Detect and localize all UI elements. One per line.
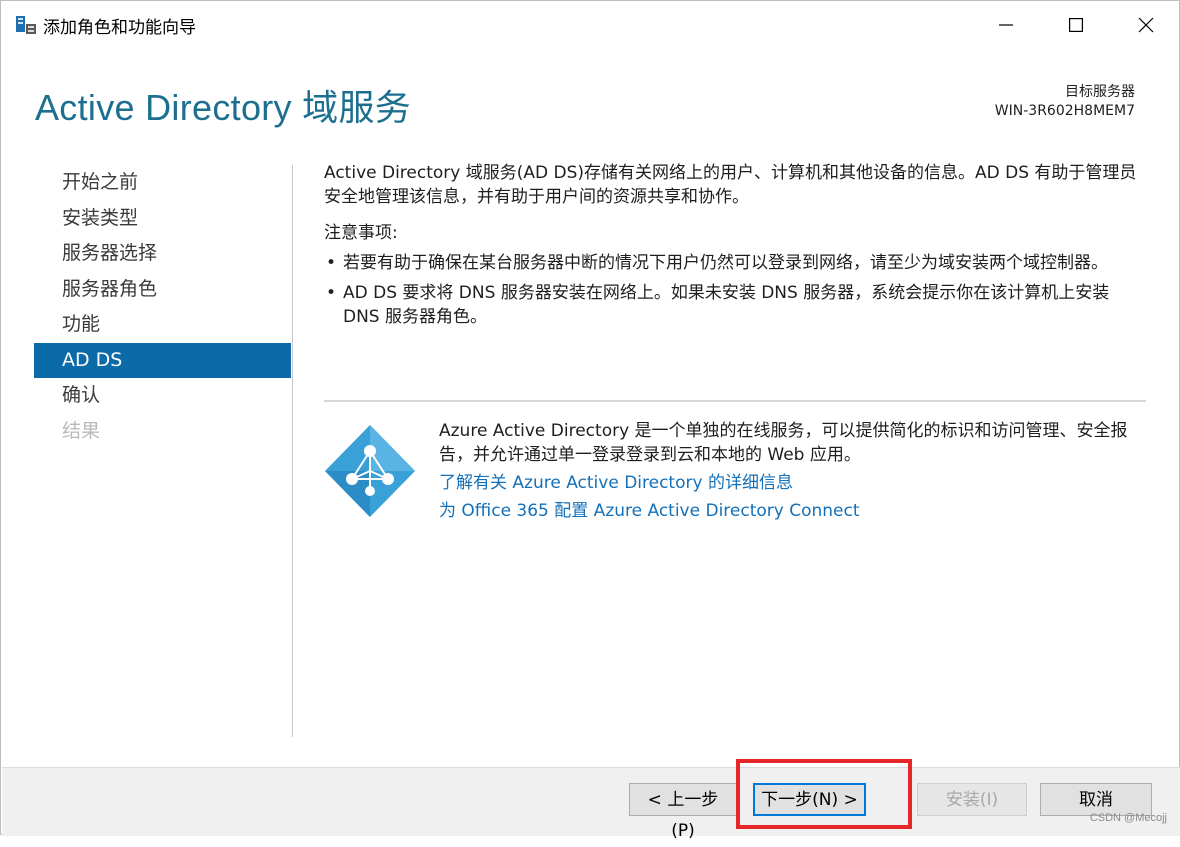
nav-item-server-roles[interactable]: 服务器角色 (34, 272, 291, 308)
nav-item-ad-ds[interactable]: AD DS (34, 342, 291, 378)
azure-info: Azure Active Directory 是一个单独的在线服务，可以提供简化… (439, 419, 1149, 523)
wizard-window: 添加角色和功能向导 Active Directory 域服务 目标服务器 WIN… (0, 0, 1180, 841)
page-title: Active Directory 域服务 (35, 87, 412, 128)
nav-item-features[interactable]: 功能 (34, 307, 291, 343)
azure-connect-link[interactable]: 为 Office 365 配置 Azure Active Directory C… (439, 499, 1149, 523)
nav-divider (292, 165, 293, 737)
role-description: Active Directory 域服务(AD DS)存储有关网络上的用户、计算… (324, 163, 1137, 207)
minimize-button[interactable] (971, 1, 1041, 49)
target-server-label: 目标服务器 (1065, 84, 1135, 100)
note-item: 若要有助于确保在某台服务器中断的情况下用户仍然可以登录到网络，请至少为域安装两个… (324, 251, 1146, 275)
nav-item-results: 结果 (62, 419, 101, 442)
azure-description: Azure Active Directory 是一个单独的在线服务，可以提供简化… (439, 421, 1128, 465)
azure-ad-icon (323, 423, 417, 519)
nav-item-before-you-begin[interactable]: 开始之前 (34, 165, 291, 201)
next-button[interactable]: 下一步(N) > (753, 783, 866, 816)
maximize-icon (1069, 18, 1083, 32)
title-bar: 添加角色和功能向导 (1, 1, 1179, 49)
notes-heading: 注意事项: (324, 223, 398, 243)
maximize-button[interactable] (1041, 1, 1111, 49)
section-divider (324, 400, 1146, 402)
window-title: 添加角色和功能向导 (43, 18, 196, 38)
azure-learn-more-link[interactable]: 了解有关 Azure Active Directory 的详细信息 (439, 471, 1149, 495)
minimize-icon (999, 24, 1013, 26)
main-content: Active Directory 域服务(AD DS)存储有关网络上的用户、计算… (324, 161, 1146, 335)
server-manager-icon (15, 14, 37, 36)
target-server-value: WIN-3R602H8MEM7 (994, 103, 1135, 119)
close-icon (1138, 17, 1154, 33)
nav-item-installation-type[interactable]: 安装类型 (34, 201, 291, 237)
install-button: 安装(I) (917, 783, 1027, 816)
close-button[interactable] (1111, 1, 1180, 49)
nav-item-confirmation[interactable]: 确认 (34, 378, 291, 414)
target-server: 目标服务器 WIN-3R602H8MEM7 (995, 83, 1135, 121)
wizard-nav: 开始之前 安装类型 服务器选择 服务器角色 功能 AD DS 确认 结果 (34, 165, 291, 449)
watermark: CSDN @Mecojj (1089, 812, 1167, 824)
notes-list: 若要有助于确保在某台服务器中断的情况下用户仍然可以登录到网络，请至少为域安装两个… (324, 251, 1146, 329)
previous-button[interactable]: < 上一步(P) (629, 783, 737, 841)
nav-item-server-selection[interactable]: 服务器选择 (34, 236, 291, 272)
note-item: AD DS 要求将 DNS 服务器安装在网络上。如果未安装 DNS 服务器，系统… (324, 281, 1146, 329)
